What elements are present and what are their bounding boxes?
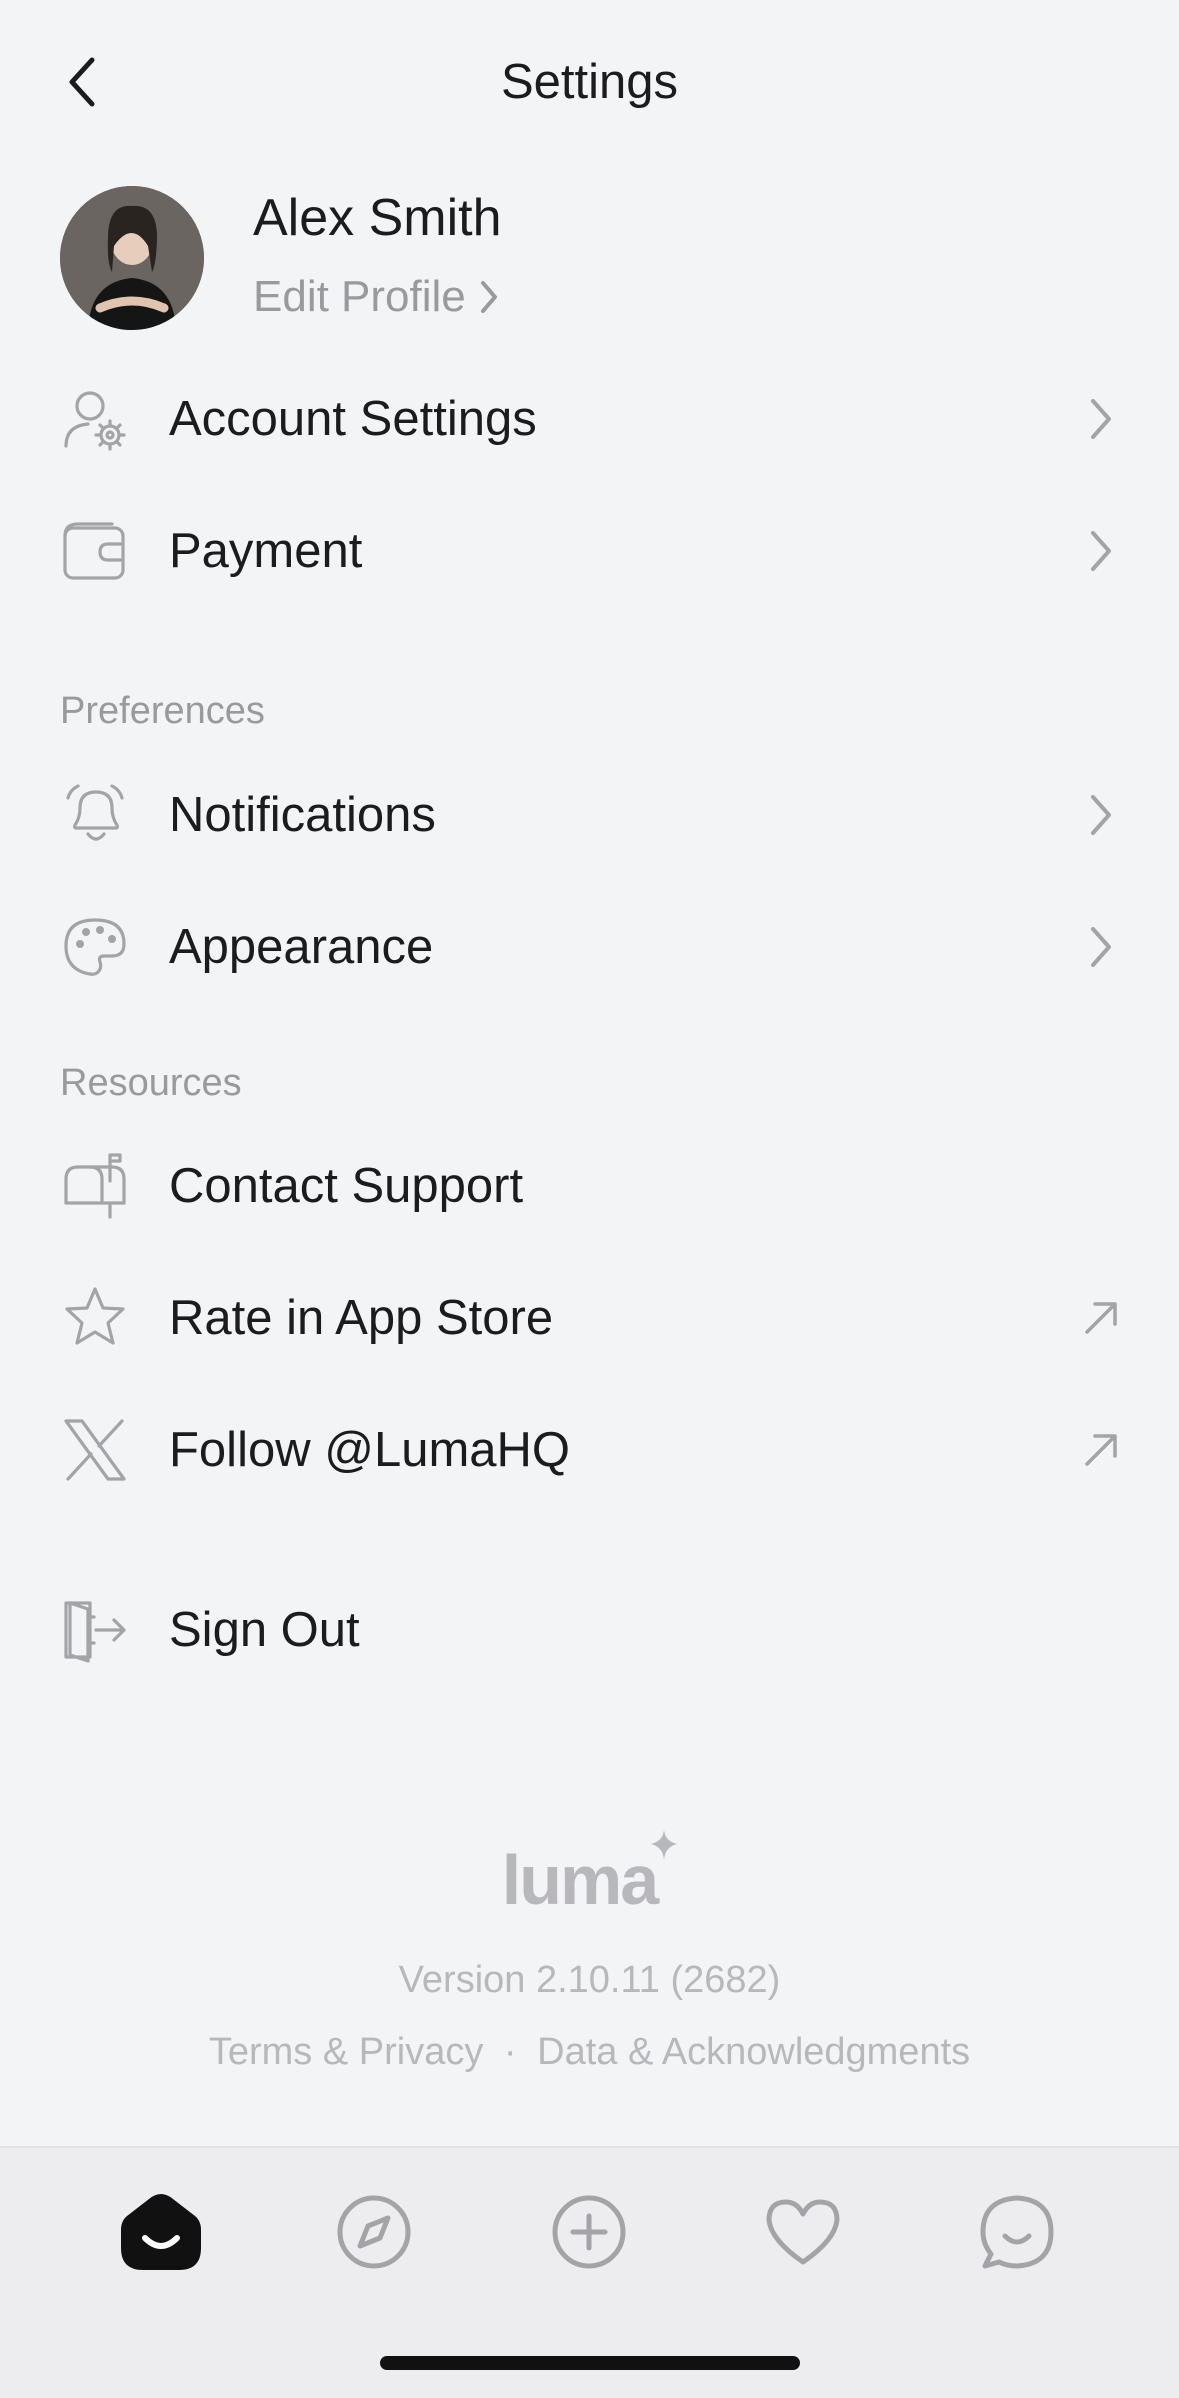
- home-icon: [121, 2194, 201, 2270]
- chevron-right-icon: [1081, 790, 1121, 840]
- menu-item-rate-app-store[interactable]: Rate in App Store: [0, 1263, 1179, 1373]
- profile-card[interactable]: Alex Smith Edit Profile: [60, 186, 1120, 332]
- edit-profile-link[interactable]: Edit Profile: [253, 270, 500, 324]
- menu-item-follow-lumahq[interactable]: Follow @LumaHQ: [0, 1395, 1179, 1505]
- terms-privacy-link[interactable]: Terms & Privacy: [209, 2031, 483, 2073]
- home-indicator: [380, 2356, 800, 2370]
- header: Settings: [0, 0, 1179, 170]
- mailbox-icon: [58, 1149, 132, 1223]
- menu-item-label: Payment: [169, 524, 363, 578]
- bell-icon: [58, 778, 132, 852]
- section-heading-preferences: Preferences: [60, 690, 265, 732]
- luma-logo: luma: [0, 1830, 1179, 1920]
- external-link-icon: [1081, 1425, 1121, 1475]
- menu-item-label: Account Settings: [169, 392, 537, 446]
- sign-out-icon: [58, 1593, 132, 1667]
- data-acknowledgments-link[interactable]: Data & Acknowledgments: [537, 2031, 970, 2073]
- menu-item-label: Follow @LumaHQ: [169, 1423, 571, 1477]
- menu-item-label: Contact Support: [169, 1159, 524, 1213]
- tab-create[interactable]: [539, 2182, 639, 2282]
- star-icon: [58, 1281, 132, 1355]
- user-gear-icon: [58, 382, 132, 456]
- chevron-right-icon: [1081, 922, 1121, 972]
- menu-item-label: Rate in App Store: [169, 1291, 554, 1345]
- menu-item-label: Sign Out: [169, 1603, 360, 1657]
- menu-item-label: Notifications: [169, 788, 436, 842]
- app-version: Version 2.10.11 (2682): [398, 1959, 781, 2001]
- section-heading-resources: Resources: [60, 1062, 242, 1104]
- footer-links: Terms & Privacy · Data & Acknowledgments: [0, 2028, 1179, 2076]
- menu-item-appearance[interactable]: Appearance: [0, 892, 1179, 1002]
- sign-out-button[interactable]: Sign Out: [0, 1575, 1179, 1685]
- chat-icon: [980, 2195, 1054, 2269]
- tab-chat[interactable]: [967, 2182, 1067, 2282]
- plus-circle-icon: [552, 2195, 626, 2269]
- chevron-right-icon: [1081, 526, 1121, 576]
- menu-item-contact-support[interactable]: Contact Support: [0, 1131, 1179, 1241]
- edit-profile-label: Edit Profile: [253, 272, 466, 321]
- chevron-right-icon: [1081, 394, 1121, 444]
- avatar[interactable]: [60, 186, 204, 330]
- palette-icon: [58, 910, 132, 984]
- menu-item-payment[interactable]: Payment: [0, 496, 1179, 606]
- profile-name: Alex Smith: [253, 189, 502, 247]
- external-link-icon: [1081, 1293, 1121, 1343]
- tab-explore[interactable]: [324, 2182, 424, 2282]
- menu-item-label: Appearance: [169, 920, 434, 974]
- wallet-icon: [58, 514, 132, 588]
- compass-icon: [337, 2195, 411, 2269]
- heart-icon: [766, 2199, 840, 2265]
- menu-item-notifications[interactable]: Notifications: [0, 760, 1179, 870]
- footer-separator: ·: [503, 2031, 517, 2073]
- x-logo-icon: [58, 1413, 132, 1487]
- tab-home[interactable]: [111, 2182, 211, 2282]
- chevron-right-icon: [480, 281, 497, 313]
- page-title: Settings: [500, 55, 679, 109]
- menu-item-account-settings[interactable]: Account Settings: [0, 364, 1179, 474]
- tab-favorites[interactable]: [753, 2182, 853, 2282]
